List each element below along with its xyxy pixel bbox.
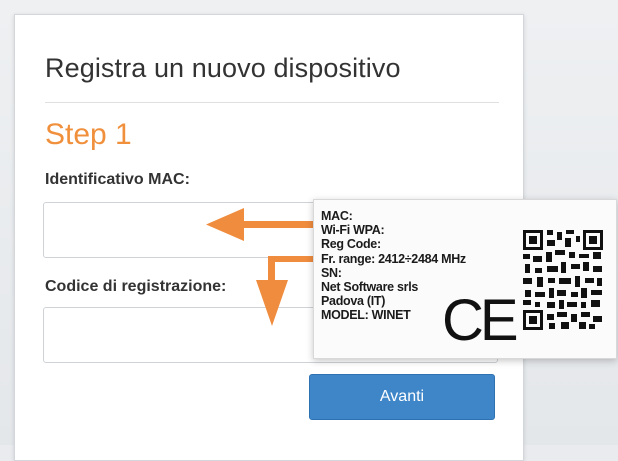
ce-mark-icon: CE <box>442 288 519 353</box>
label-line: Wi-Fi WPA: <box>321 223 385 238</box>
step-heading: Step 1 <box>45 118 132 151</box>
mac-label: Identificativo MAC: <box>45 171 190 188</box>
qr-code-icon <box>521 228 605 332</box>
label-line: Reg Code: <box>321 237 381 252</box>
label-line: MAC: <box>321 209 353 223</box>
device-label: MAC: Wi-Fi WPA: Reg Code: Fr. range: 241… <box>313 199 617 359</box>
label-line: Fr. range: 2412÷2484 MHz <box>321 251 466 266</box>
title-divider <box>45 102 499 103</box>
page-title: Registra un nuovo dispositivo <box>45 53 401 83</box>
next-button[interactable]: Avanti <box>309 374 495 420</box>
registration-code-label: Codice di registrazione: <box>45 278 227 295</box>
label-line: SN: <box>321 265 342 280</box>
